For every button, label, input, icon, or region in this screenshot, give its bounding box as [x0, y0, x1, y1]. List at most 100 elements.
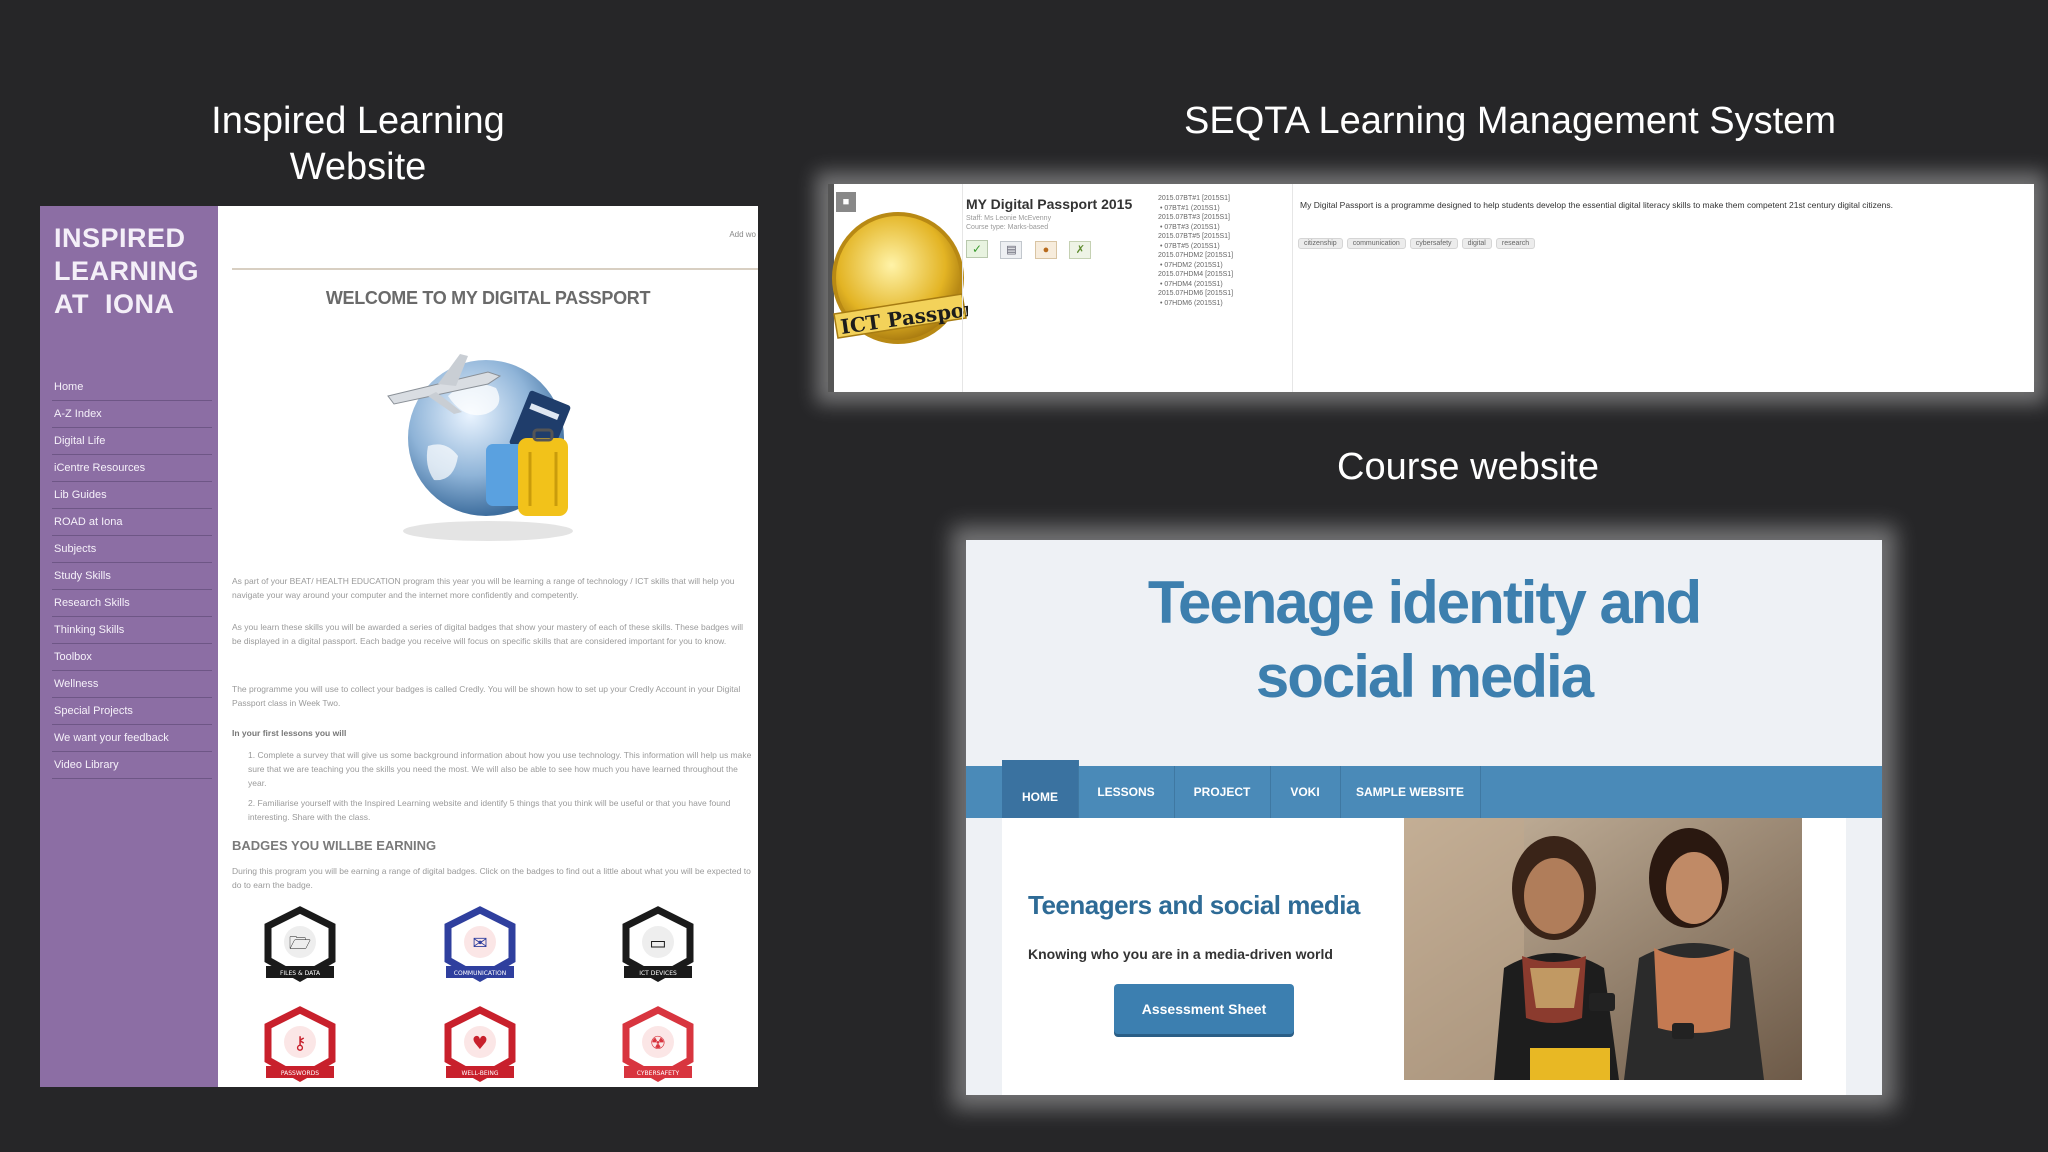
seqta-class-entry[interactable]: 2015.07HDM6 [2015S1]: [1158, 289, 1288, 299]
course-hero-card: Teenagers and social media Knowing who y…: [1002, 818, 1846, 1095]
seqta-class-entry[interactable]: • 07HDM4 (2015S1): [1158, 280, 1288, 290]
seqta-class-entry[interactable]: 2015.07HDM4 [2015S1]: [1158, 270, 1288, 280]
edit-icon[interactable]: ✓: [966, 240, 988, 258]
badge-label: CYBERSAFETY: [637, 1070, 680, 1077]
document-icon[interactable]: ▤: [1000, 241, 1023, 259]
seqta-tag-list: citizenship communication cybersafety digit…: [1298, 232, 1539, 250]
badge-envelope[interactable]: ✉ COMMUNICATION: [440, 906, 520, 986]
seqta-class-entry[interactable]: • 07BT#3 (2015S1): [1158, 223, 1288, 233]
course-title-line2: social media: [1255, 643, 1594, 710]
course-title-line1: Teenage identity and: [1147, 569, 1702, 636]
il-main-content: Add wo WELCOME TO MY DIGITAL PASSPORT As…: [218, 206, 758, 1087]
seqta-class-entry[interactable]: • 07HDM6 (2015S1): [1158, 299, 1288, 309]
il-nav-item[interactable]: Video Library: [52, 752, 212, 779]
seqta-column-divider: [962, 184, 963, 392]
folder-icon: 🗁: [289, 933, 311, 954]
course-website-screenshot: Teenage identity and social media HOME L…: [966, 540, 1882, 1095]
seqta-course-meta: Staff: Ms Leonie McEvenny Course type: M…: [966, 214, 1106, 232]
il-paragraph-3: The programme you will use to collect yo…: [232, 684, 741, 708]
badge-folder[interactable]: 🗁 FILES & DATA: [260, 906, 340, 986]
key-icon: ⚷: [293, 1033, 306, 1054]
badge-radiation[interactable]: ☢ CYBERSAFETY: [618, 1006, 698, 1086]
caption-inspired-learning: Inspired Learning Website: [180, 98, 536, 190]
caption-inspired-line2: Website: [289, 146, 427, 188]
seqta-class-entry[interactable]: • 07BT#5 (2015S1): [1158, 242, 1288, 252]
seqta-staff: Staff: Ms Leonie McEvenny: [966, 215, 1052, 222]
il-page-title: WELCOME TO MY DIGITAL PASSPORT: [325, 288, 651, 308]
seqta-tag[interactable]: research: [1495, 238, 1536, 249]
assessment-sheet-button[interactable]: Assessment Sheet: [1114, 984, 1294, 1034]
badge-label: PASSWORDS: [281, 1070, 319, 1077]
hands-icon: ♥: [472, 1033, 488, 1054]
seqta-tag[interactable]: citizenship: [1298, 238, 1343, 249]
badge-label: ICT DEVICES: [639, 970, 677, 977]
il-nav-item[interactable]: Thinking Skills: [52, 617, 212, 644]
il-lesson-item-1: 1. Complete a survey that will give us s…: [248, 750, 752, 788]
nav-voki[interactable]: VOKI: [1270, 766, 1341, 818]
seqta-action-icons: ✓ ▤ ● ✗: [966, 240, 1092, 259]
il-logo-line3: AT IONA: [54, 289, 175, 319]
il-paragraph-2: As you learn these skills you will be aw…: [232, 622, 744, 646]
badge-label: WELL-BEING: [461, 1070, 498, 1077]
seqta-class-entry[interactable]: 2015.07BT#3 [2015S1]: [1158, 213, 1288, 223]
il-nav-item[interactable]: We want your feedback: [52, 725, 212, 752]
caption-inspired-line1: Inspired Learning: [211, 100, 505, 142]
il-paragraph-1: As part of your BEAT/ HEALTH EDUCATION p…: [232, 576, 735, 600]
il-nav-item[interactable]: Lib Guides: [52, 482, 212, 509]
il-nav-item[interactable]: ROAD at Iona: [52, 509, 212, 536]
il-nav-item[interactable]: Digital Life: [52, 428, 212, 455]
ict-passport-medal-icon: ICT Passport: [832, 212, 968, 344]
nav-project[interactable]: PROJECT: [1174, 766, 1271, 818]
badge-label: COMMUNICATION: [454, 970, 506, 977]
nav-sample-website[interactable]: SAMPLE WEBSITE: [1340, 766, 1481, 818]
seqta-description: My Digital Passport is a programme desig…: [1300, 200, 1893, 210]
seqta-tag[interactable]: cybersafety: [1409, 238, 1458, 249]
seqta-class-list: 2015.07BT#1 [2015S1] • 07BT#1 (2015S1) 201…: [1158, 194, 1288, 308]
teenagers-photo: [1404, 818, 1802, 1080]
il-nav-item[interactable]: Toolbox: [52, 644, 212, 671]
badge-key[interactable]: ⚷ PASSWORDS: [260, 1006, 340, 1086]
caption-seqta: SEQTA Learning Management System: [1184, 100, 1836, 142]
il-nav-item[interactable]: Research Skills: [52, 590, 212, 617]
inspired-learning-screenshot: INSPIRED LEARNING AT IONA Home A-Z Index…: [40, 206, 758, 1087]
il-badges-text: During this program you will be earning …: [232, 866, 751, 890]
seqta-class-entry[interactable]: • 07HDM2 (2015S1): [1158, 261, 1288, 271]
il-nav-item[interactable]: A-Z Index: [52, 401, 212, 428]
nav-home[interactable]: HOME: [1002, 760, 1079, 822]
il-nav-item[interactable]: Home: [52, 374, 212, 401]
il-nav-item[interactable]: Subjects: [52, 536, 212, 563]
il-logo-line2: LEARNING: [54, 256, 199, 286]
people-icon[interactable]: ●: [1034, 241, 1057, 259]
course-hero-heading: Teenagers and social media: [1028, 890, 1360, 920]
seqta-tag[interactable]: communication: [1346, 238, 1406, 249]
il-divider: [232, 268, 758, 270]
il-nav-item[interactable]: Study Skills: [52, 563, 212, 590]
il-nav-item[interactable]: Special Projects: [52, 698, 212, 725]
il-top-note: Add wo: [729, 230, 756, 239]
badge-hands[interactable]: ♥ WELL-BEING: [440, 1006, 520, 1086]
seqta-class-entry[interactable]: 2015.07HDM2 [2015S1]: [1158, 251, 1288, 261]
seqta-tag[interactable]: digital: [1461, 238, 1492, 249]
globe-plane-luggage-illustration: [387, 354, 573, 541]
seqta-class-entry[interactable]: 2015.07BT#5 [2015S1]: [1158, 232, 1288, 242]
course-hero-tagline: Knowing who you are in a media-driven wo…: [1028, 946, 1333, 962]
seqta-course-title[interactable]: MY Digital Passport 2015: [966, 196, 1132, 212]
il-logo[interactable]: INSPIRED LEARNING AT IONA: [54, 222, 214, 321]
caption-course-website: Course website: [1337, 446, 1599, 488]
monitor-icon: ▭: [649, 933, 666, 954]
nav-lessons[interactable]: LESSONS: [1078, 766, 1175, 818]
badge-monitor[interactable]: ▭ ICT DEVICES: [618, 906, 698, 986]
il-nav-item[interactable]: iCentre Resources: [52, 455, 212, 482]
envelope-icon: ✉: [472, 933, 487, 954]
tools-icon[interactable]: ✗: [1069, 241, 1092, 259]
seqta-column-divider: [1292, 184, 1293, 392]
il-nav-menu: Home A-Z Index Digital Life iCentre Reso…: [52, 374, 212, 779]
il-logo-line1: INSPIRED: [54, 223, 186, 253]
seqta-course-type: Course type: Marks-based: [966, 224, 1049, 231]
seqta-screenshot: ■ ICT Passport MY Digital Passport 2015 …: [828, 184, 2034, 392]
course-site-title: Teenage identity and social media: [966, 566, 1882, 714]
il-nav-item[interactable]: Wellness: [52, 671, 212, 698]
seqta-class-entry[interactable]: • 07BT#1 (2015S1): [1158, 204, 1288, 214]
seqta-class-entry[interactable]: 2015.07BT#1 [2015S1]: [1158, 194, 1288, 204]
course-nav-bar: HOME LESSONS PROJECT VOKI SAMPLE WEBSITE: [966, 760, 1882, 822]
